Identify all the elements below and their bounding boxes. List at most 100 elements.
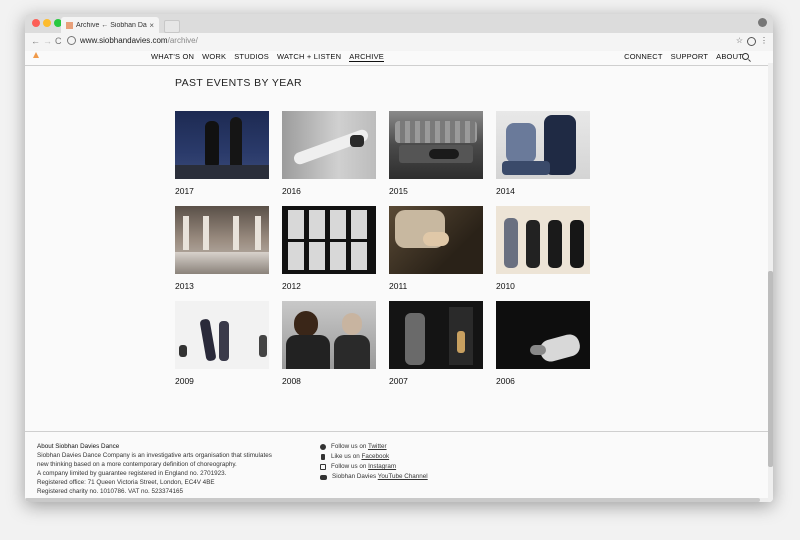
year-label[interactable]: 2017 — [175, 186, 194, 196]
year-card-2017[interactable]: 2017 — [175, 111, 269, 206]
year-label[interactable]: 2014 — [496, 186, 515, 196]
primary-nav: WHAT'S ON WORK STUDIOS WATCH + LISTEN AR… — [151, 52, 384, 62]
close-window-button[interactable] — [32, 19, 40, 27]
vertical-scrollbar[interactable] — [768, 63, 773, 502]
twitter-link[interactable]: Twitter — [368, 443, 387, 450]
browser-window: Archive ← Siobhan Davies Danc × ← → C ww… — [25, 14, 773, 502]
year-card-2010[interactable]: 2010 — [496, 206, 590, 301]
minimize-window-button[interactable] — [43, 19, 51, 27]
extension-icon[interactable] — [747, 37, 756, 46]
vertical-scrollbar-thumb[interactable] — [768, 271, 773, 467]
year-label[interactable]: 2013 — [175, 281, 194, 291]
year-label[interactable]: 2011 — [389, 281, 407, 291]
about-text-line: A company limited by guarantee registere… — [37, 470, 227, 478]
year-label[interactable]: 2009 — [175, 376, 194, 386]
year-thumbnail[interactable] — [496, 206, 590, 274]
year-card-2016[interactable]: 2016 — [282, 111, 376, 206]
nav-about[interactable]: ABOUT — [716, 52, 743, 61]
footer-divider — [25, 431, 768, 432]
twitter-icon — [320, 444, 326, 450]
about-title: About Siobhan Davies Dance — [37, 443, 120, 450]
url-field[interactable]: www.siobhandavies.com/archive/ — [67, 36, 198, 45]
reload-button[interactable]: C — [55, 36, 62, 46]
horizontal-scrollbar[interactable] — [25, 498, 768, 502]
year-label[interactable]: 2008 — [282, 376, 301, 386]
facebook-link[interactable]: Facebook — [361, 453, 389, 460]
web-page: WHAT'S ON WORK STUDIOS WATCH + LISTEN AR… — [25, 51, 773, 502]
year-thumbnail[interactable] — [282, 111, 376, 179]
twitter-prefix: Follow us on — [331, 443, 368, 450]
year-card-2007[interactable]: 2007 — [389, 301, 483, 396]
page-title: PAST EVENTS BY YEAR — [175, 77, 303, 89]
site-info-icon[interactable] — [67, 36, 76, 45]
nav-watch-listen[interactable]: WATCH + LISTEN — [277, 52, 341, 62]
year-card-2014[interactable]: 2014 — [496, 111, 590, 206]
address-bar: ← → C www.siobhandavies.com/archive/ ☆ ⋮ — [25, 33, 773, 52]
facebook-icon — [321, 454, 325, 460]
year-label[interactable]: 2007 — [389, 376, 408, 386]
about-text-line: Registered charity no. 1010786. VAT no. … — [37, 488, 183, 496]
year-card-2012[interactable]: 2012 — [282, 206, 376, 301]
url-path: /archive/ — [167, 36, 198, 45]
year-card-2008[interactable]: 2008 — [282, 301, 376, 396]
horizontal-scrollbar-thumb[interactable] — [25, 498, 760, 502]
tab-title: Archive ← Siobhan Davies Danc — [76, 21, 147, 29]
nav-support[interactable]: SUPPORT — [671, 52, 709, 61]
year-thumbnail[interactable] — [389, 206, 483, 274]
instagram-prefix: Follow us on — [331, 463, 369, 470]
about-text-line: Siobhan Davies Dance Company is an inves… — [37, 452, 272, 460]
year-card-2013[interactable]: 2013 — [175, 206, 269, 301]
site-nav: WHAT'S ON WORK STUDIOS WATCH + LISTEN AR… — [25, 51, 773, 63]
social-facebook: Like us on Facebook — [320, 452, 428, 462]
year-thumbnail[interactable] — [175, 111, 269, 179]
year-thumbnail[interactable] — [389, 301, 483, 369]
favicon-icon — [66, 21, 73, 29]
nav-connect[interactable]: CONNECT — [624, 52, 662, 61]
youtube-link[interactable]: YouTube Channel — [378, 473, 428, 480]
tab-strip: Archive ← Siobhan Davies Danc × — [25, 14, 773, 33]
browser-menu-icon[interactable]: ⋮ — [760, 36, 768, 45]
nav-work[interactable]: WORK — [202, 52, 226, 62]
youtube-prefix: Siobhan Davies — [332, 473, 378, 480]
year-thumbnail[interactable] — [175, 301, 269, 369]
year-label[interactable]: 2010 — [496, 281, 515, 291]
url-host: www.siobhandavies.com — [80, 36, 168, 45]
tab-close-icon[interactable]: × — [149, 21, 154, 30]
footer-about: About Siobhan Davies Dance Siobhan Davie… — [37, 442, 277, 497]
forward-button[interactable]: → — [43, 36, 52, 46]
year-thumbnail[interactable] — [282, 301, 376, 369]
search-icon[interactable] — [742, 53, 749, 60]
year-thumbnail[interactable] — [175, 206, 269, 274]
year-thumbnail[interactable] — [282, 206, 376, 274]
nav-whats-on[interactable]: WHAT'S ON — [151, 52, 194, 62]
year-thumbnail[interactable] — [496, 111, 590, 179]
year-card-2015[interactable]: 2015 — [389, 111, 483, 206]
year-card-2011[interactable]: 2011 — [389, 206, 483, 301]
year-card-2006[interactable]: 2006 — [496, 301, 590, 396]
bookmark-star-icon[interactable]: ☆ — [736, 36, 743, 45]
tab-archive[interactable]: Archive ← Siobhan Davies Danc × — [61, 17, 159, 33]
instagram-link[interactable]: Instagram — [368, 463, 396, 470]
secondary-nav: CONNECT SUPPORT ABOUT — [624, 52, 743, 61]
back-button[interactable]: ← — [31, 36, 40, 46]
footer-social: Follow us on Twitter Like us on Facebook… — [320, 442, 428, 482]
new-tab-button[interactable] — [164, 20, 180, 33]
year-label[interactable]: 2016 — [282, 186, 301, 196]
year-label[interactable]: 2015 — [389, 186, 408, 196]
year-grid: 2017 2016 2015 2014 2013 2012 2011 2010 … — [175, 111, 590, 396]
social-twitter: Follow us on Twitter — [320, 442, 428, 452]
nav-divider — [25, 65, 773, 66]
year-thumbnail[interactable] — [389, 111, 483, 179]
year-thumbnail[interactable] — [496, 301, 590, 369]
year-label[interactable]: 2012 — [282, 281, 301, 291]
year-card-2009[interactable]: 2009 — [175, 301, 269, 396]
about-text-line: Registered office: 71 Queen Victoria Str… — [37, 479, 215, 487]
nav-studios[interactable]: STUDIOS — [234, 52, 269, 62]
social-youtube: Siobhan Davies YouTube Channel — [320, 472, 428, 482]
year-label[interactable]: 2006 — [496, 376, 515, 386]
logo-icon[interactable] — [33, 52, 39, 58]
nav-archive[interactable]: ARCHIVE — [349, 52, 384, 62]
profile-icon[interactable] — [758, 18, 767, 27]
social-instagram: Follow us on Instagram — [320, 462, 428, 472]
instagram-icon — [320, 464, 326, 470]
